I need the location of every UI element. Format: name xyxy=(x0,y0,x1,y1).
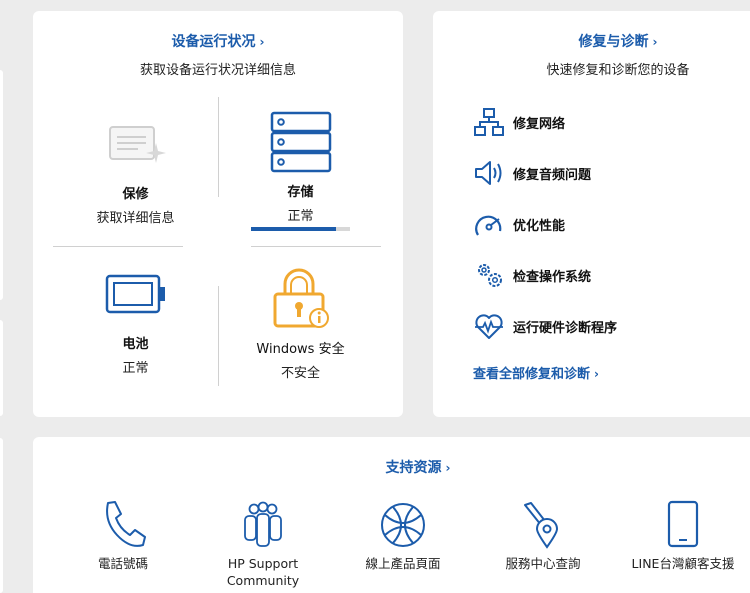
storage-progress-bar xyxy=(251,227,350,231)
storage-icon xyxy=(238,111,363,177)
repair-diagnostics-card: 修复与诊断 › 快速修复和诊断您的设备 修复网络 修复音频问题 优化性能 检查操… xyxy=(433,11,750,417)
battery-tile[interactable]: 电池 正常 xyxy=(73,273,198,376)
windows-security-label: Windows 安全 xyxy=(256,342,345,357)
edge-card-bottom xyxy=(0,438,3,593)
diag-item-repair-network[interactable]: 修复网络 xyxy=(473,106,565,138)
location-icon xyxy=(478,489,608,549)
warranty-label: 保修 xyxy=(122,187,149,202)
battery-icon xyxy=(73,273,198,333)
diag-item-label: 优化性能 xyxy=(513,218,566,234)
support-resources-card: 支持资源 › 電話號碼 HP Support Community 線上產品頁面 … xyxy=(33,437,750,593)
divider-vertical-bottom xyxy=(218,286,219,386)
support-item-label: 電話號碼 xyxy=(97,556,148,571)
battery-value: 正常 xyxy=(122,361,149,376)
mobile-icon xyxy=(618,489,748,549)
diag-item-label: 修复网络 xyxy=(513,116,566,132)
windows-security-value: 不安全 xyxy=(280,366,320,381)
support-item-label: LINE台灣顧客支援 xyxy=(631,556,735,571)
edge-card-middle xyxy=(0,320,3,416)
chevron-right-icon: › xyxy=(259,35,265,49)
support-item-phone[interactable]: 電話號碼 xyxy=(58,489,188,572)
view-all-diagnostics-text: 查看全部修复和诊断 xyxy=(473,367,591,382)
support-item-service-center[interactable]: 服務中心查詢 xyxy=(478,489,608,572)
support-item-line-support[interactable]: LINE台灣顧客支援 xyxy=(618,489,748,572)
storage-progress-fill xyxy=(251,227,337,231)
community-icon xyxy=(198,489,328,549)
gauge-icon xyxy=(473,208,505,240)
heartbeat-icon xyxy=(473,310,505,342)
storage-value: 正常 xyxy=(287,209,314,224)
divider-horizontal-left xyxy=(53,246,183,247)
divider-horizontal-right xyxy=(251,246,381,247)
diag-item-label: 检查操作系统 xyxy=(513,269,592,285)
globe-icon xyxy=(338,489,468,549)
support-item-label: 服務中心查詢 xyxy=(505,556,581,571)
device-health-card: 设备运行状况 › 获取设备运行状况详细信息 保修 获取详细信息 存储 正常 电池… xyxy=(33,11,403,417)
warranty-tile[interactable]: 保修 获取详细信息 xyxy=(73,123,198,226)
chevron-right-icon: › xyxy=(445,461,451,475)
view-all-diagnostics-link[interactable]: 查看全部修复和诊断 › xyxy=(473,363,599,382)
battery-label: 电池 xyxy=(122,337,149,352)
lock-warning-icon xyxy=(238,268,363,334)
divider-vertical-top xyxy=(218,97,219,197)
repair-diagnostics-subtitle: 快速修复和诊断您的设备 xyxy=(546,63,690,78)
storage-tile[interactable]: 存储 正常 xyxy=(238,111,363,224)
repair-diagnostics-title-text: 修复与诊断 xyxy=(578,34,649,50)
chevron-right-icon: › xyxy=(652,35,658,49)
device-health-title-text: 设备运行状况 xyxy=(171,34,256,50)
storage-label: 存储 xyxy=(287,185,314,200)
phone-icon xyxy=(58,489,188,549)
repair-diagnostics-title[interactable]: 修复与诊断 › xyxy=(433,31,750,51)
support-item-community[interactable]: HP Support Community xyxy=(198,489,328,589)
device-health-title[interactable]: 设备运行状况 › xyxy=(33,31,403,51)
diag-item-optimize-performance[interactable]: 优化性能 xyxy=(473,208,565,240)
diag-item-check-os[interactable]: 检查操作系统 xyxy=(473,259,591,291)
support-item-label: HP Support Community xyxy=(226,556,300,588)
diag-item-repair-audio[interactable]: 修复音频问题 xyxy=(473,157,591,189)
support-resources-title[interactable]: 支持资源 › xyxy=(33,457,750,477)
support-item-product-page[interactable]: 線上產品頁面 xyxy=(338,489,468,572)
device-health-subtitle: 获取设备运行状况详细信息 xyxy=(139,63,296,78)
gears-icon xyxy=(473,259,505,291)
diag-item-hardware-diagnostics[interactable]: 运行硬件诊断程序 xyxy=(473,310,617,342)
warranty-card-icon xyxy=(73,123,198,183)
windows-security-tile[interactable]: Windows 安全 不安全 xyxy=(238,268,363,381)
chevron-right-icon: › xyxy=(594,367,599,381)
support-resources-title-text: 支持资源 xyxy=(385,460,442,476)
network-icon xyxy=(473,106,505,138)
support-item-label: 線上產品頁面 xyxy=(365,556,441,571)
warranty-value: 获取详细信息 xyxy=(96,211,175,226)
speaker-icon xyxy=(473,157,505,189)
diag-item-label: 修复音频问题 xyxy=(513,167,592,183)
diag-item-label: 运行硬件诊断程序 xyxy=(513,320,618,336)
edge-card-top xyxy=(0,70,3,300)
